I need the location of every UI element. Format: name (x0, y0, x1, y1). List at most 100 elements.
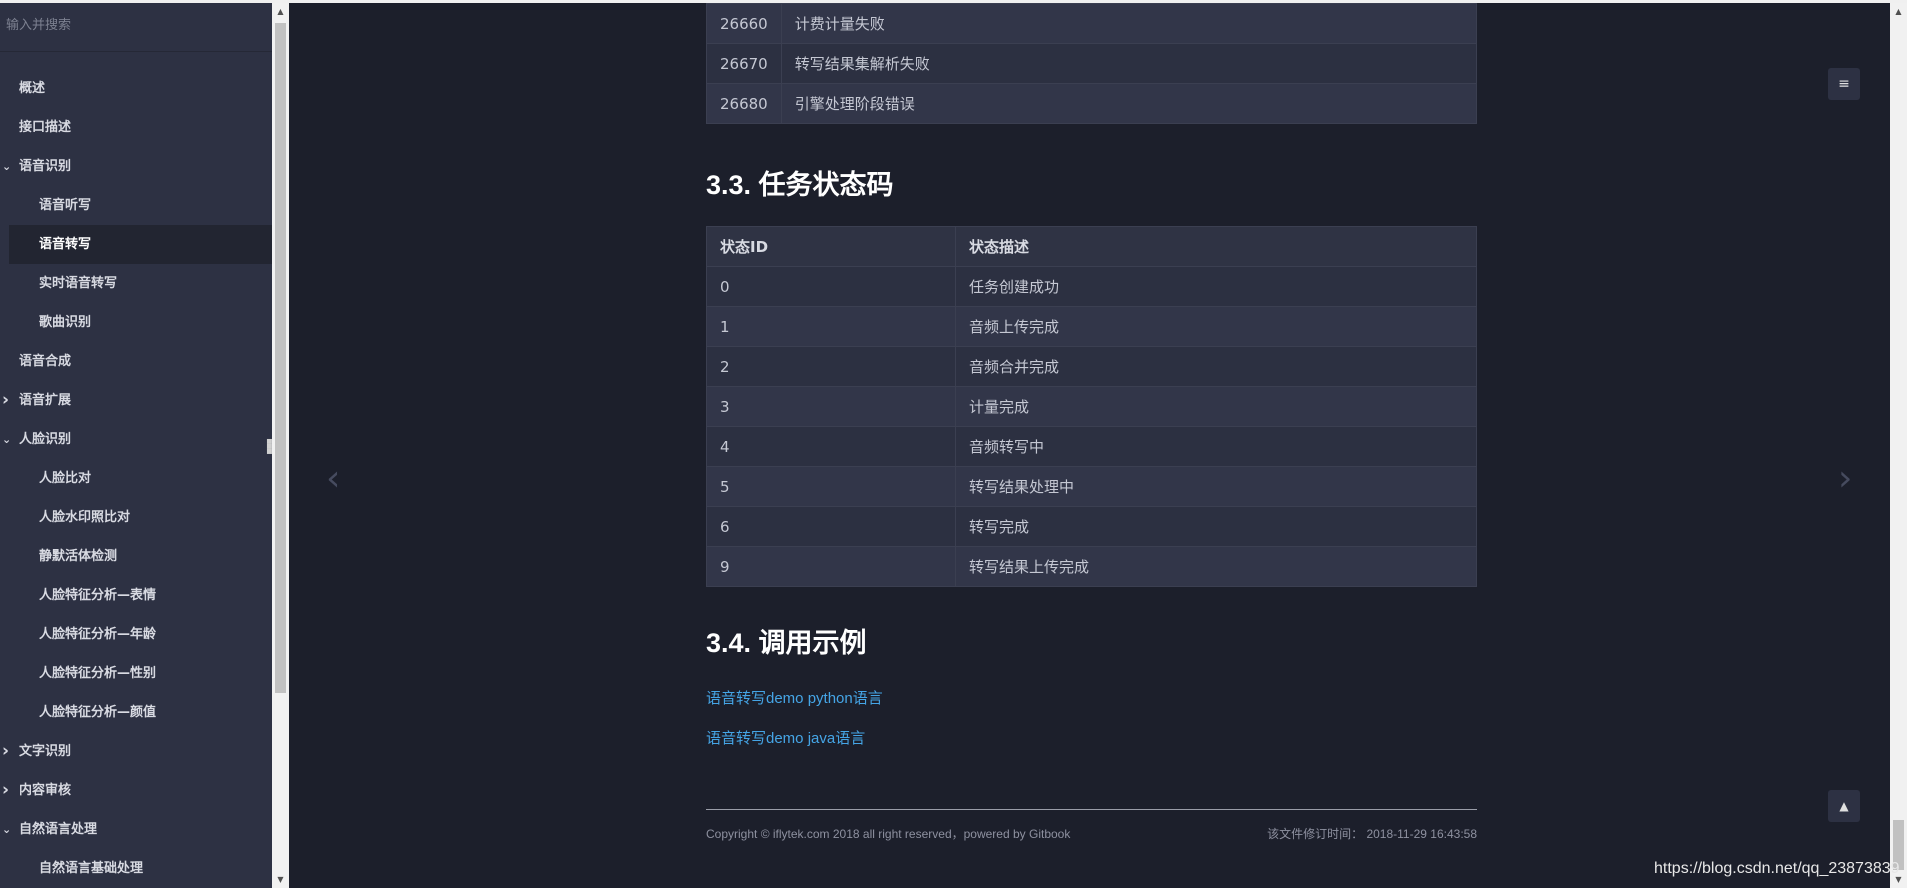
scroll-down-arrow-icon[interactable]: ▼ (272, 871, 289, 888)
search-bar (0, 3, 272, 52)
sidebar-item-label: 静默活体检测 (39, 549, 118, 564)
scroll-up-arrow-icon[interactable]: ▲ (272, 3, 289, 20)
sidebar-item-label: 语音扩展 (19, 393, 72, 408)
scroll-up-arrow-icon[interactable]: ▲ (1890, 3, 1907, 20)
table-cell: 引擎处理阶段错误 (780, 83, 1478, 124)
sidebar-item[interactable]: 语音扩展 (0, 381, 272, 420)
sidebar-nav: 概述接口描述⌄语音识别语音听写语音转写实时语音转写歌曲识别语音合成语音扩展⌄人脸… (0, 69, 272, 888)
chevron-right-icon[interactable] (2, 381, 16, 421)
table-row: 26660 计费计量失败 (706, 3, 1478, 44)
article: 26660 计费计量失败 26670 转写结果集解析失败 26680 引擎处理阶段错误 3… (706, 3, 1478, 841)
table-row: 1 音频上传完成 (706, 306, 1477, 347)
sidebar-item[interactable]: 内容审核 (0, 771, 272, 810)
sidebar-item[interactable]: ⌄ 语音识别 (0, 147, 272, 186)
sidebar-item[interactable]: 概述 (0, 69, 272, 108)
chevron-down-icon[interactable]: ⌄ (2, 147, 16, 186)
table-cell: 4 (706, 426, 956, 467)
table-cell: 3 (706, 386, 956, 427)
sidebar-scrollbar[interactable]: ▲ ▼ (272, 3, 289, 888)
next-page-arrow-icon[interactable]: › (1838, 458, 1852, 499)
sidebar-item-label: 歌曲识别 (39, 315, 92, 330)
sidebar-item-label: 语音转写 (39, 237, 92, 252)
table-row: 26680 引擎处理阶段错误 (706, 83, 1478, 124)
sidebar-item-label: 人脸水印照比对 (39, 510, 131, 525)
sidebar-item-label: 语音听写 (39, 198, 92, 213)
table-cell: 26670 (706, 43, 782, 84)
chevron-right-icon[interactable] (2, 771, 16, 811)
column-header: 状态描述 (955, 226, 1477, 267)
sidebar: 概述接口描述⌄语音识别语音听写语音转写实时语音转写歌曲识别语音合成语音扩展⌄人脸… (0, 3, 272, 888)
sidebar-item-label: 文字识别 (19, 744, 72, 759)
section-title-call-example: 3.4. 调用示例 (706, 628, 867, 658)
sidebar-item[interactable]: 歌曲识别 (0, 303, 272, 342)
table-cell: 5 (706, 466, 956, 507)
table-cell: 转写结果集解析失败 (780, 43, 1478, 84)
table-cell: 2 (706, 346, 956, 387)
table-cell: 9 (706, 546, 956, 587)
table-row: 6 转写完成 (706, 506, 1477, 547)
table-cell: 1 (706, 306, 956, 347)
task-status-table: 状态ID 状态描述 0 任务创建成功 1 音频上传完成 2 音频合并完成 3 计量完成 4 音频转… (706, 226, 1477, 587)
table-cell: 转写完成 (955, 506, 1477, 547)
footer-copyright: Copyright © iflytek.com 2018 all right r… (706, 827, 1071, 841)
chevron-down-icon[interactable]: ⌄ (2, 810, 16, 849)
sidebar-item[interactable]: 人脸特征分析—年龄 (0, 615, 272, 654)
sidebar-item-label: 语音合成 (19, 354, 72, 369)
table-cell: 音频上传完成 (955, 306, 1477, 347)
table-row: 5 转写结果处理中 (706, 466, 1477, 507)
sidebar-item[interactable]: 人脸比对 (0, 459, 272, 498)
sidebar-item[interactable]: 自然语言基础处理 (0, 849, 272, 888)
table-cell: 任务创建成功 (955, 266, 1477, 307)
back-to-top-icon[interactable]: ▲ (1828, 790, 1860, 822)
section-title-task-status: 3.3. 任务状态码 (706, 170, 894, 200)
sidebar-item[interactable]: 实时语音转写 (0, 264, 272, 303)
error-code-table: 26660 计费计量失败 26670 转写结果集解析失败 26680 引擎处理阶段错误 (706, 3, 1478, 124)
table-cell: 26680 (706, 83, 782, 124)
sidebar-item-label: 人脸特征分析—表情 (39, 588, 157, 603)
resize-handle-icon[interactable]: ▪ ▪ ▪ (266, 437, 272, 457)
table-row: 0 任务创建成功 (706, 266, 1477, 307)
search-input[interactable] (4, 17, 258, 34)
sidebar-item-label: 人脸特征分析—颜值 (39, 705, 157, 720)
table-cell: 转写结果上传完成 (955, 546, 1477, 587)
sidebar-item[interactable]: 人脸水印照比对 (0, 498, 272, 537)
sidebar-item[interactable]: 人脸特征分析—性别 (0, 654, 272, 693)
sidebar-item-label: 人脸比对 (39, 471, 92, 486)
page-scrollbar[interactable]: ▲ ▼ (1890, 3, 1907, 888)
sidebar-item[interactable]: ⌄ 自然语言处理 (0, 810, 272, 849)
sidebar-item[interactable]: ⌄ 人脸识别 (0, 420, 272, 459)
sidebar-item[interactable]: 静默活体检测 (0, 537, 272, 576)
table-row: 9 转写结果上传完成 (706, 546, 1477, 587)
main-content: 26660 计费计量失败 26670 转写结果集解析失败 26680 引擎处理阶段错误 3… (289, 3, 1890, 888)
sidebar-scrollbar-thumb[interactable] (275, 23, 286, 693)
sidebar-item[interactable]: 接口描述 (0, 108, 272, 147)
table-cell: 音频合并完成 (955, 346, 1477, 387)
sidebar-item[interactable]: 文字识别 (0, 732, 272, 771)
sidebar-item-label: 人脸特征分析—性别 (39, 666, 157, 681)
sidebar-item[interactable]: 人脸特征分析—表情 (0, 576, 272, 615)
footer-divider (706, 809, 1477, 810)
chevron-right-icon[interactable] (2, 732, 16, 772)
menu-icon[interactable]: ≡ (1828, 68, 1860, 100)
table-row: 26670 转写结果集解析失败 (706, 43, 1478, 84)
table-cell: 计量完成 (955, 386, 1477, 427)
sidebar-item-label: 人脸特征分析—年龄 (39, 627, 157, 642)
watermark-url: https://blog.csdn.net/qq_23873839 (1654, 860, 1900, 877)
previous-page-arrow-icon[interactable]: ‹ (326, 458, 340, 499)
table-row: 2 音频合并完成 (706, 346, 1477, 387)
table-cell: 转写结果处理中 (955, 466, 1477, 507)
java-demo-link[interactable]: 语音转写demo java语言 (706, 727, 865, 748)
table-cell: 计费计量失败 (780, 3, 1478, 44)
sidebar-item-label: 概述 (19, 81, 46, 96)
table-cell: 0 (706, 266, 956, 307)
sidebar-item[interactable]: 语音转写 (9, 225, 272, 264)
table-header-row: 状态ID 状态描述 (706, 226, 1477, 267)
table-cell: 6 (706, 506, 956, 547)
python-demo-link[interactable]: 语音转写demo python语言 (706, 687, 883, 708)
sidebar-item[interactable]: 语音听写 (0, 186, 272, 225)
sidebar-item-label: 人脸识别 (19, 432, 72, 447)
sidebar-item[interactable]: 人脸特征分析—颜值 (0, 693, 272, 732)
footer-modified-time: 该文件修订时间： 2018-11-29 16:43:58 (1267, 827, 1477, 841)
sidebar-item[interactable]: 语音合成 (0, 342, 272, 381)
chevron-down-icon[interactable]: ⌄ (2, 420, 16, 459)
